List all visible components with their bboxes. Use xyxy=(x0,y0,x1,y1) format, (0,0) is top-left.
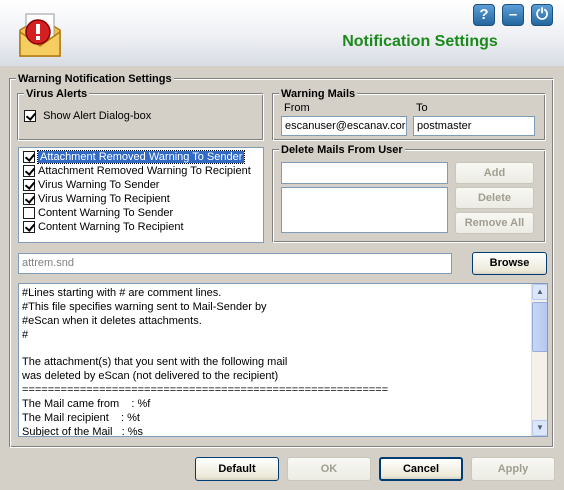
template-line-9: The Mail recipient : %t xyxy=(22,412,140,425)
remove-all-button[interactable]: Remove All xyxy=(455,212,534,234)
page-title: Notification Settings xyxy=(342,33,498,50)
template-line-4 xyxy=(22,342,527,356)
show-alert-checkbox-row[interactable]: Show Alert Dialog-box xyxy=(24,110,152,123)
delete-user-list[interactable] xyxy=(281,187,448,233)
template-line-7: ========================================… xyxy=(22,384,389,397)
template-line-2: #eScan when it deletes attachments. xyxy=(22,314,202,327)
close-power-button[interactable]: ⏻ xyxy=(531,4,553,26)
from-label: From xyxy=(284,102,310,114)
warning-options-list: Attachment Removed Warning To Sender Att… xyxy=(18,147,264,243)
cancel-button[interactable]: Cancel xyxy=(379,457,463,481)
minimize-button[interactable]: – xyxy=(502,4,524,26)
template-line-10: Subject of the Mail : %s xyxy=(22,425,144,436)
scroll-thumb[interactable] xyxy=(532,302,547,352)
warning-option-4-label: Content Warning To Sender xyxy=(38,207,174,219)
header-banner: ? – ⏻ Notification Settings xyxy=(0,0,564,66)
warning-option-1-checkbox[interactable] xyxy=(23,165,35,178)
template-line-5: The attachment(s) that you sent with the… xyxy=(22,356,288,369)
virus-alerts-label: Virus Alerts xyxy=(24,88,90,100)
warning-option-3-checkbox[interactable] xyxy=(23,193,35,206)
show-alert-checkbox[interactable] xyxy=(24,110,36,123)
warning-option-2[interactable]: Virus Warning To Sender xyxy=(23,178,159,192)
warning-option-0-checkbox[interactable] xyxy=(23,151,35,164)
scroll-down-arrow-icon[interactable]: ▼ xyxy=(532,420,547,436)
delete-user-input[interactable] xyxy=(281,162,448,184)
from-email-field[interactable]: escanuser@escanav.cor xyxy=(281,116,407,136)
warning-option-5-label: Content Warning To Recipient xyxy=(38,221,184,233)
add-button[interactable]: Add xyxy=(455,162,534,184)
warning-option-1[interactable]: Attachment Removed Warning To Recipient xyxy=(23,164,251,178)
scroll-up-arrow-icon[interactable]: ▲ xyxy=(532,284,547,300)
default-button[interactable]: Default xyxy=(195,457,279,481)
delete-mails-label: Delete Mails From User xyxy=(279,144,405,156)
template-line-8: The Mail came from : %f xyxy=(22,398,151,411)
template-line-1: #This file specifies warning sent to Mai… xyxy=(22,300,267,313)
template-text[interactable]: #Lines starting with # are comment lines… xyxy=(22,286,527,436)
template-file-field[interactable]: attrem.snd xyxy=(18,253,452,274)
template-line-0: #Lines starting with # are comment lines… xyxy=(22,287,222,299)
to-label: To xyxy=(416,102,428,114)
help-button[interactable]: ? xyxy=(473,4,495,26)
to-email-field[interactable]: postmaster xyxy=(413,116,535,136)
warning-option-3[interactable]: Virus Warning To Recipient xyxy=(23,192,170,206)
apply-button[interactable]: Apply xyxy=(471,457,555,481)
warning-option-5[interactable]: Content Warning To Recipient xyxy=(23,220,184,234)
delete-button[interactable]: Delete xyxy=(455,187,534,209)
warning-mails-label: Warning Mails xyxy=(279,88,358,100)
alert-envelope-icon xyxy=(19,13,61,57)
warning-notification-label: Warning Notification Settings xyxy=(16,73,174,85)
browse-button[interactable]: Browse xyxy=(472,252,547,275)
warning-option-1-label: Attachment Removed Warning To Recipient xyxy=(38,165,251,177)
show-alert-label: Show Alert Dialog-box xyxy=(43,110,152,122)
template-line-3: # xyxy=(22,328,29,341)
ok-button[interactable]: OK xyxy=(287,457,371,481)
warning-option-4[interactable]: Content Warning To Sender xyxy=(23,206,173,220)
warning-option-2-checkbox[interactable] xyxy=(23,179,35,192)
warning-option-2-label: Virus Warning To Sender xyxy=(38,179,160,191)
template-editor[interactable]: #Lines starting with # are comment lines… xyxy=(18,283,548,437)
warning-option-4-checkbox[interactable] xyxy=(23,207,35,220)
template-scrollbar[interactable]: ▲ ▼ xyxy=(531,284,547,436)
warning-option-3-label: Virus Warning To Recipient xyxy=(38,193,170,205)
warning-option-0[interactable]: Attachment Removed Warning To Sender xyxy=(23,150,246,164)
warning-option-5-checkbox[interactable] xyxy=(23,221,35,234)
warning-option-0-label: Attachment Removed Warning To Sender xyxy=(36,150,246,164)
template-line-6: was deleted by eScan (not delivered to t… xyxy=(22,370,279,383)
